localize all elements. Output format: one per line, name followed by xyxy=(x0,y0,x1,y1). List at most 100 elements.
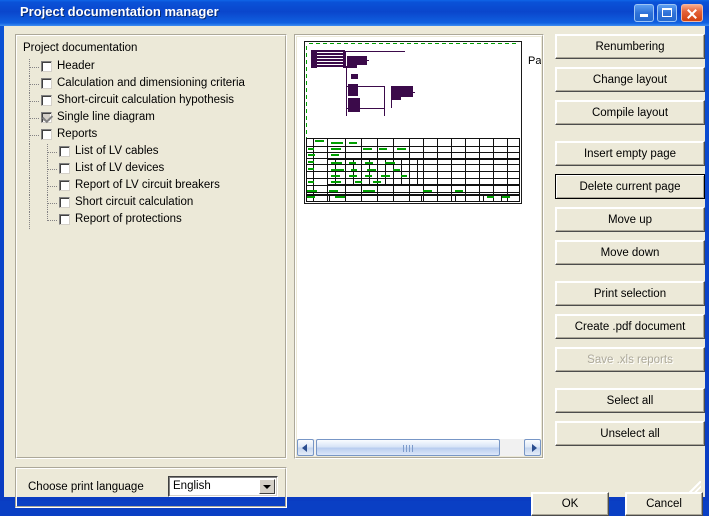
diagram-mark xyxy=(348,98,360,112)
checkbox-unchecked[interactable] xyxy=(59,214,70,225)
diagram-mark xyxy=(384,86,385,116)
checkbox-unchecked[interactable] xyxy=(59,163,70,174)
diagram-mark xyxy=(309,43,313,44)
scrollbar-grip-icon xyxy=(403,445,413,452)
minimize-icon xyxy=(640,14,648,17)
insert-empty-page-button[interactable]: Insert empty page xyxy=(555,141,705,166)
diagram-mark xyxy=(393,194,394,201)
diagram-mark xyxy=(365,162,373,164)
change-layout-button[interactable]: Change layout xyxy=(555,67,705,92)
tree-item[interactable]: Header xyxy=(23,59,280,76)
close-button[interactable] xyxy=(681,4,703,22)
single-line-diagram-thumbnail[interactable] xyxy=(304,41,522,204)
cancel-button[interactable]: Cancel xyxy=(625,492,703,516)
scroll-right-arrow-icon[interactable] xyxy=(524,439,541,456)
move-up-button[interactable]: Move up xyxy=(555,207,705,232)
checkbox-unchecked[interactable] xyxy=(41,95,52,106)
minimize-button[interactable] xyxy=(634,4,654,22)
checkbox-unchecked[interactable] xyxy=(59,197,70,208)
checkbox-unchecked[interactable] xyxy=(59,146,70,157)
select-all-button[interactable]: Select all xyxy=(555,388,705,413)
diagram-mark xyxy=(414,43,418,44)
diagram-mark xyxy=(505,43,509,44)
diagram-mark xyxy=(306,88,307,92)
tree-item-label: List of LV cables xyxy=(75,145,159,157)
tree-item[interactable]: Short circuit calculation xyxy=(23,195,280,212)
ok-button[interactable]: OK xyxy=(531,492,609,516)
diagram-mark xyxy=(349,162,356,164)
tree-item-label: Calculation and dimensioning criteria xyxy=(57,77,245,89)
diagram-mark xyxy=(428,43,432,44)
diagram-mark xyxy=(442,43,446,44)
tree-item-label: Short circuit calculation xyxy=(75,196,194,208)
tree-item[interactable]: Reports xyxy=(23,127,280,144)
diagram-mark xyxy=(393,43,397,44)
diagram-mark xyxy=(306,171,520,172)
checkbox-checked[interactable] xyxy=(41,111,54,124)
diagram-mark xyxy=(401,175,407,177)
page-label: Pag xyxy=(528,55,541,67)
unselect-all-button[interactable]: Unselect all xyxy=(555,421,705,446)
documentation-tree-panel: Project documentation Header Calculation … xyxy=(15,34,287,459)
create-pdf-document-button[interactable]: Create .pdf document xyxy=(555,314,705,339)
diagram-mark xyxy=(349,175,357,177)
tree-connector xyxy=(48,152,58,153)
tree-item[interactable]: Single line diagram xyxy=(23,110,280,127)
save-xls-reports-button: Save .xls reports xyxy=(555,347,705,372)
tree-item[interactable]: List of LV devices xyxy=(23,161,280,178)
resize-grip-icon[interactable] xyxy=(688,481,701,494)
diagram-mark xyxy=(487,196,494,198)
tree-item-label: Single line diagram xyxy=(57,111,155,123)
diagram-mark xyxy=(306,67,307,71)
delete-current-page-button[interactable]: Delete current page xyxy=(555,174,705,199)
diagram-mark xyxy=(455,190,463,192)
diagram-mark xyxy=(501,196,510,198)
diagram-mark xyxy=(308,161,314,163)
tree-connector xyxy=(29,161,30,178)
checkbox-unchecked[interactable] xyxy=(41,78,52,89)
diagram-mark xyxy=(327,138,328,201)
diagram-mark xyxy=(329,194,330,201)
move-down-button[interactable]: Move down xyxy=(555,240,705,265)
diagram-mark xyxy=(306,116,307,120)
scroll-left-arrow-icon[interactable] xyxy=(297,439,314,456)
checkbox-unchecked[interactable] xyxy=(41,129,52,140)
tree-item[interactable]: List of LV cables xyxy=(23,144,280,161)
diagram-mark xyxy=(308,148,314,150)
tree-item[interactable]: Report of protections xyxy=(23,212,280,229)
chevron-down-icon[interactable] xyxy=(259,479,275,494)
tree-connector xyxy=(48,203,58,204)
tree-connector xyxy=(30,84,40,85)
diagram-mark xyxy=(365,175,372,177)
renumbering-button[interactable]: Renumbering xyxy=(555,34,705,59)
preview-surface[interactable]: Pag xyxy=(297,37,541,440)
tree-legend-label: Project documentation xyxy=(23,42,138,54)
compile-layout-button[interactable]: Compile layout xyxy=(555,100,705,125)
tree-item[interactable]: Calculation and dimensioning criteria xyxy=(23,76,280,93)
print-selection-button[interactable]: Print selection xyxy=(555,281,705,306)
diagram-mark xyxy=(317,58,343,59)
diagram-mark xyxy=(417,159,418,185)
diagram-mark xyxy=(391,100,392,108)
diagram-mark xyxy=(367,169,376,171)
diagram-mark xyxy=(456,43,460,44)
preview-horizontal-scrollbar[interactable] xyxy=(297,439,541,456)
diagram-mark xyxy=(397,148,406,150)
diagram-mark xyxy=(465,138,466,201)
tree-connector xyxy=(29,144,30,161)
tree-item[interactable]: Short-circuit calculation hypothesis xyxy=(23,93,280,110)
diagram-mark xyxy=(346,108,384,109)
checkbox-unchecked[interactable] xyxy=(41,61,52,72)
diagram-mark xyxy=(479,138,480,201)
print-language-select[interactable]: English xyxy=(168,476,278,497)
tree-connector xyxy=(30,118,40,119)
scrollbar-thumb[interactable] xyxy=(316,439,500,456)
tree-item[interactable]: Report of LV circuit breakers xyxy=(23,178,280,195)
diagram-mark xyxy=(361,194,362,201)
checkbox-unchecked[interactable] xyxy=(59,180,70,191)
diagram-mark xyxy=(331,169,344,171)
diagram-mark xyxy=(306,201,520,202)
maximize-button[interactable] xyxy=(657,4,677,22)
diagram-mark xyxy=(493,138,494,201)
documentation-tree[interactable]: Header Calculation and dimensioning crite… xyxy=(23,59,280,229)
